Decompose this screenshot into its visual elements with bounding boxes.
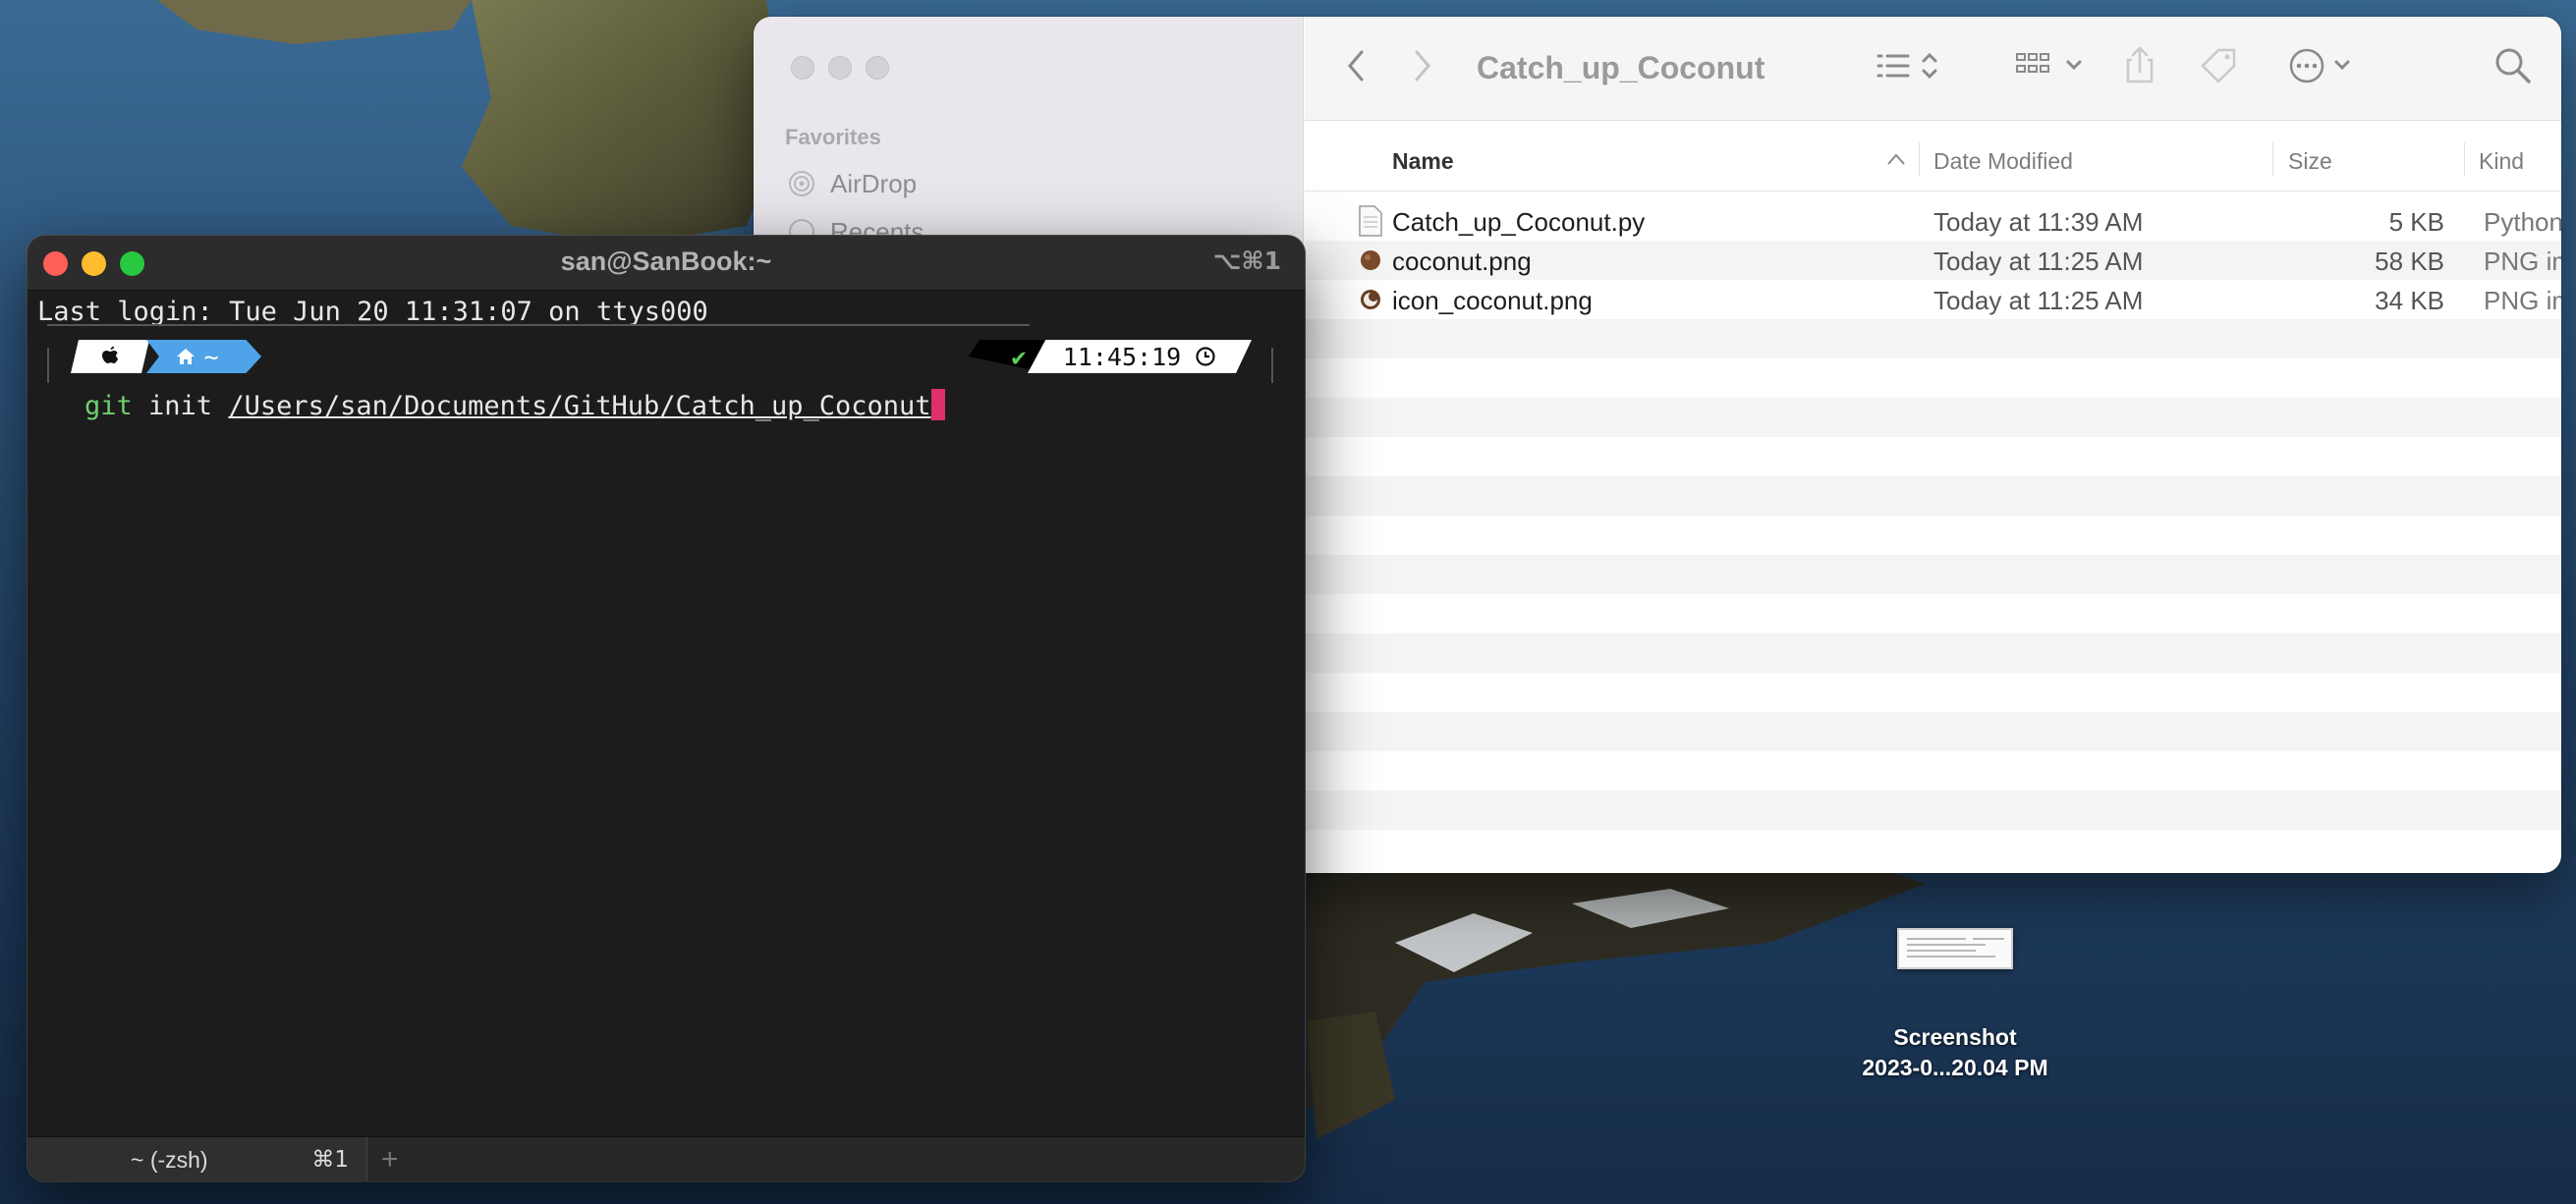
file-row[interactable]: coconut.png Today at 11:25 AM 58 KB PNG … [1305, 241, 2561, 280]
terminal-titlebar: san@SanBook:~ ⌥⌘1 [28, 236, 1305, 291]
command-path: /Users/san/Documents/GitHub/Catch_up_Coc… [228, 391, 931, 421]
column-name-header[interactable]: Name [1392, 148, 1454, 175]
view-options-button[interactable] [1876, 46, 1945, 85]
screenshot-thumbnail-icon [1897, 928, 2013, 969]
zoom-button[interactable] [866, 56, 889, 80]
chevron-right-icon [1415, 50, 1430, 82]
coconut-image-icon [1361, 250, 1380, 270]
empty-row [1305, 791, 2561, 830]
sidebar-item-recents[interactable]: Recents [787, 217, 924, 237]
sort-ascending-icon [1887, 153, 1905, 165]
terminal-shortcut: ⌥⌘1 [1212, 246, 1281, 275]
apple-logo-icon [71, 340, 149, 373]
file-name: coconut.png [1392, 246, 1532, 276]
share-button[interactable] [2122, 46, 2157, 85]
column-size-header[interactable]: Size [2288, 148, 2332, 175]
empty-row [1305, 476, 2561, 516]
airdrop-icon [789, 171, 814, 196]
file-size: 34 KB [2375, 286, 2444, 315]
empty-row [1305, 398, 2561, 437]
home-icon [177, 349, 196, 364]
file-date: Today at 11:25 AM [1933, 286, 2144, 315]
grid-group-icon [2016, 53, 2082, 73]
prompt-divider [47, 324, 1030, 326]
sidebar-item-airdrop[interactable]: AirDrop [787, 164, 917, 203]
minimize-button[interactable] [828, 56, 852, 80]
close-button[interactable] [791, 56, 814, 80]
file-row[interactable]: icon_coconut.png Today at 11:25 AM 34 KB… [1305, 280, 2561, 319]
desktop-icon-label-line2: 2023-0...20.04 PM [1862, 1055, 2048, 1080]
finder-title: Catch_up_Coconut [1477, 50, 1765, 85]
group-button[interactable] [2015, 46, 2090, 85]
terminal-tab-shortcut: ⌘1 [311, 1147, 349, 1173]
new-tab-button[interactable]: + [381, 1143, 399, 1177]
sidebar-item-label: AirDrop [830, 168, 918, 198]
forward-button[interactable] [1411, 46, 1434, 85]
empty-row [1305, 633, 2561, 673]
prompt-time: 11:45:19 [1062, 342, 1182, 371]
empty-row [1305, 712, 2561, 751]
clock-icon [789, 219, 814, 237]
file-name: Catch_up_Coconut.py [1392, 207, 1646, 237]
empty-row [1305, 555, 2561, 594]
command-args: init [132, 391, 229, 421]
desktop-icon-label-line1: Screenshot [1893, 1024, 2017, 1050]
prompt-time-segment: 11:45:19 [1028, 340, 1252, 373]
finder-toolbar: Catch_up_Coconut [1305, 17, 2561, 121]
text-cursor [930, 389, 945, 420]
file-name: icon_coconut.png [1392, 286, 1593, 315]
column-kind-header[interactable]: Kind [2479, 148, 2524, 175]
file-size: 5 KB [2388, 207, 2444, 237]
file-date: Today at 11:39 AM [1933, 207, 2144, 237]
share-icon [2126, 46, 2154, 83]
file-kind: PNG image [2484, 246, 2561, 276]
finder-window-controls [791, 56, 889, 80]
terminal-tab-bar: ~ (-zsh) ⌘1 + [28, 1136, 1305, 1181]
file-kind: PNG image [2484, 286, 2561, 315]
search-icon [2495, 48, 2531, 83]
terminal-window: san@SanBook:~ ⌥⌘1 Last login: Tue Jun 20… [28, 236, 1305, 1181]
tag-icon [2201, 48, 2236, 83]
list-view-icon [1876, 52, 1937, 80]
ellipsis-circle-icon [2289, 48, 2350, 83]
python-file-icon [1359, 205, 1382, 237]
search-button[interactable] [2493, 46, 2533, 85]
desktop-screenshot-file[interactable]: Screenshot 2023-0...20.04 PM [1818, 928, 2093, 1083]
back-button[interactable] [1344, 46, 1368, 85]
coconut-half-image-icon [1361, 290, 1380, 309]
column-header: Name Date Modified Size Kind [1305, 121, 2561, 192]
desktop-icon-label: Screenshot 2023-0...20.04 PM [1818, 1022, 2093, 1083]
command-program: git [84, 391, 133, 421]
file-size: 58 KB [2375, 246, 2444, 276]
terminal-title: san@SanBook:~ [560, 246, 772, 276]
clock-icon [1196, 347, 1215, 366]
prompt-home-text: ~ [203, 342, 219, 371]
terminal-tab-label: ~ (-zsh) [131, 1147, 208, 1173]
tag-button[interactable] [2199, 46, 2238, 85]
column-date-header[interactable]: Date Modified [1933, 148, 2073, 175]
command-line: git init /Users/san/Documents/GitHub/Cat… [84, 389, 945, 421]
last-login-line: Last login: Tue Jun 20 11:31:07 on ttys0… [37, 297, 708, 327]
terminal-content[interactable]: Last login: Tue Jun 20 11:31:07 on ttys0… [28, 291, 1305, 1136]
chevron-left-icon [1348, 50, 1364, 82]
file-list: Catch_up_Coconut.py Today at 11:39 AM 5 … [1305, 192, 2561, 873]
sidebar-section-favorites: Favorites [785, 125, 881, 149]
terminal-tab[interactable]: ~ (-zsh) ⌘1 [28, 1137, 367, 1181]
file-kind: Python [2484, 207, 2561, 237]
action-menu-button[interactable] [2287, 46, 2356, 85]
file-row[interactable]: Catch_up_Coconut.py Today at 11:39 AM 5 … [1305, 201, 2561, 241]
file-date: Today at 11:25 AM [1933, 246, 2144, 276]
sidebar-item-label: Recents [830, 217, 924, 237]
empty-row [1305, 319, 2561, 358]
